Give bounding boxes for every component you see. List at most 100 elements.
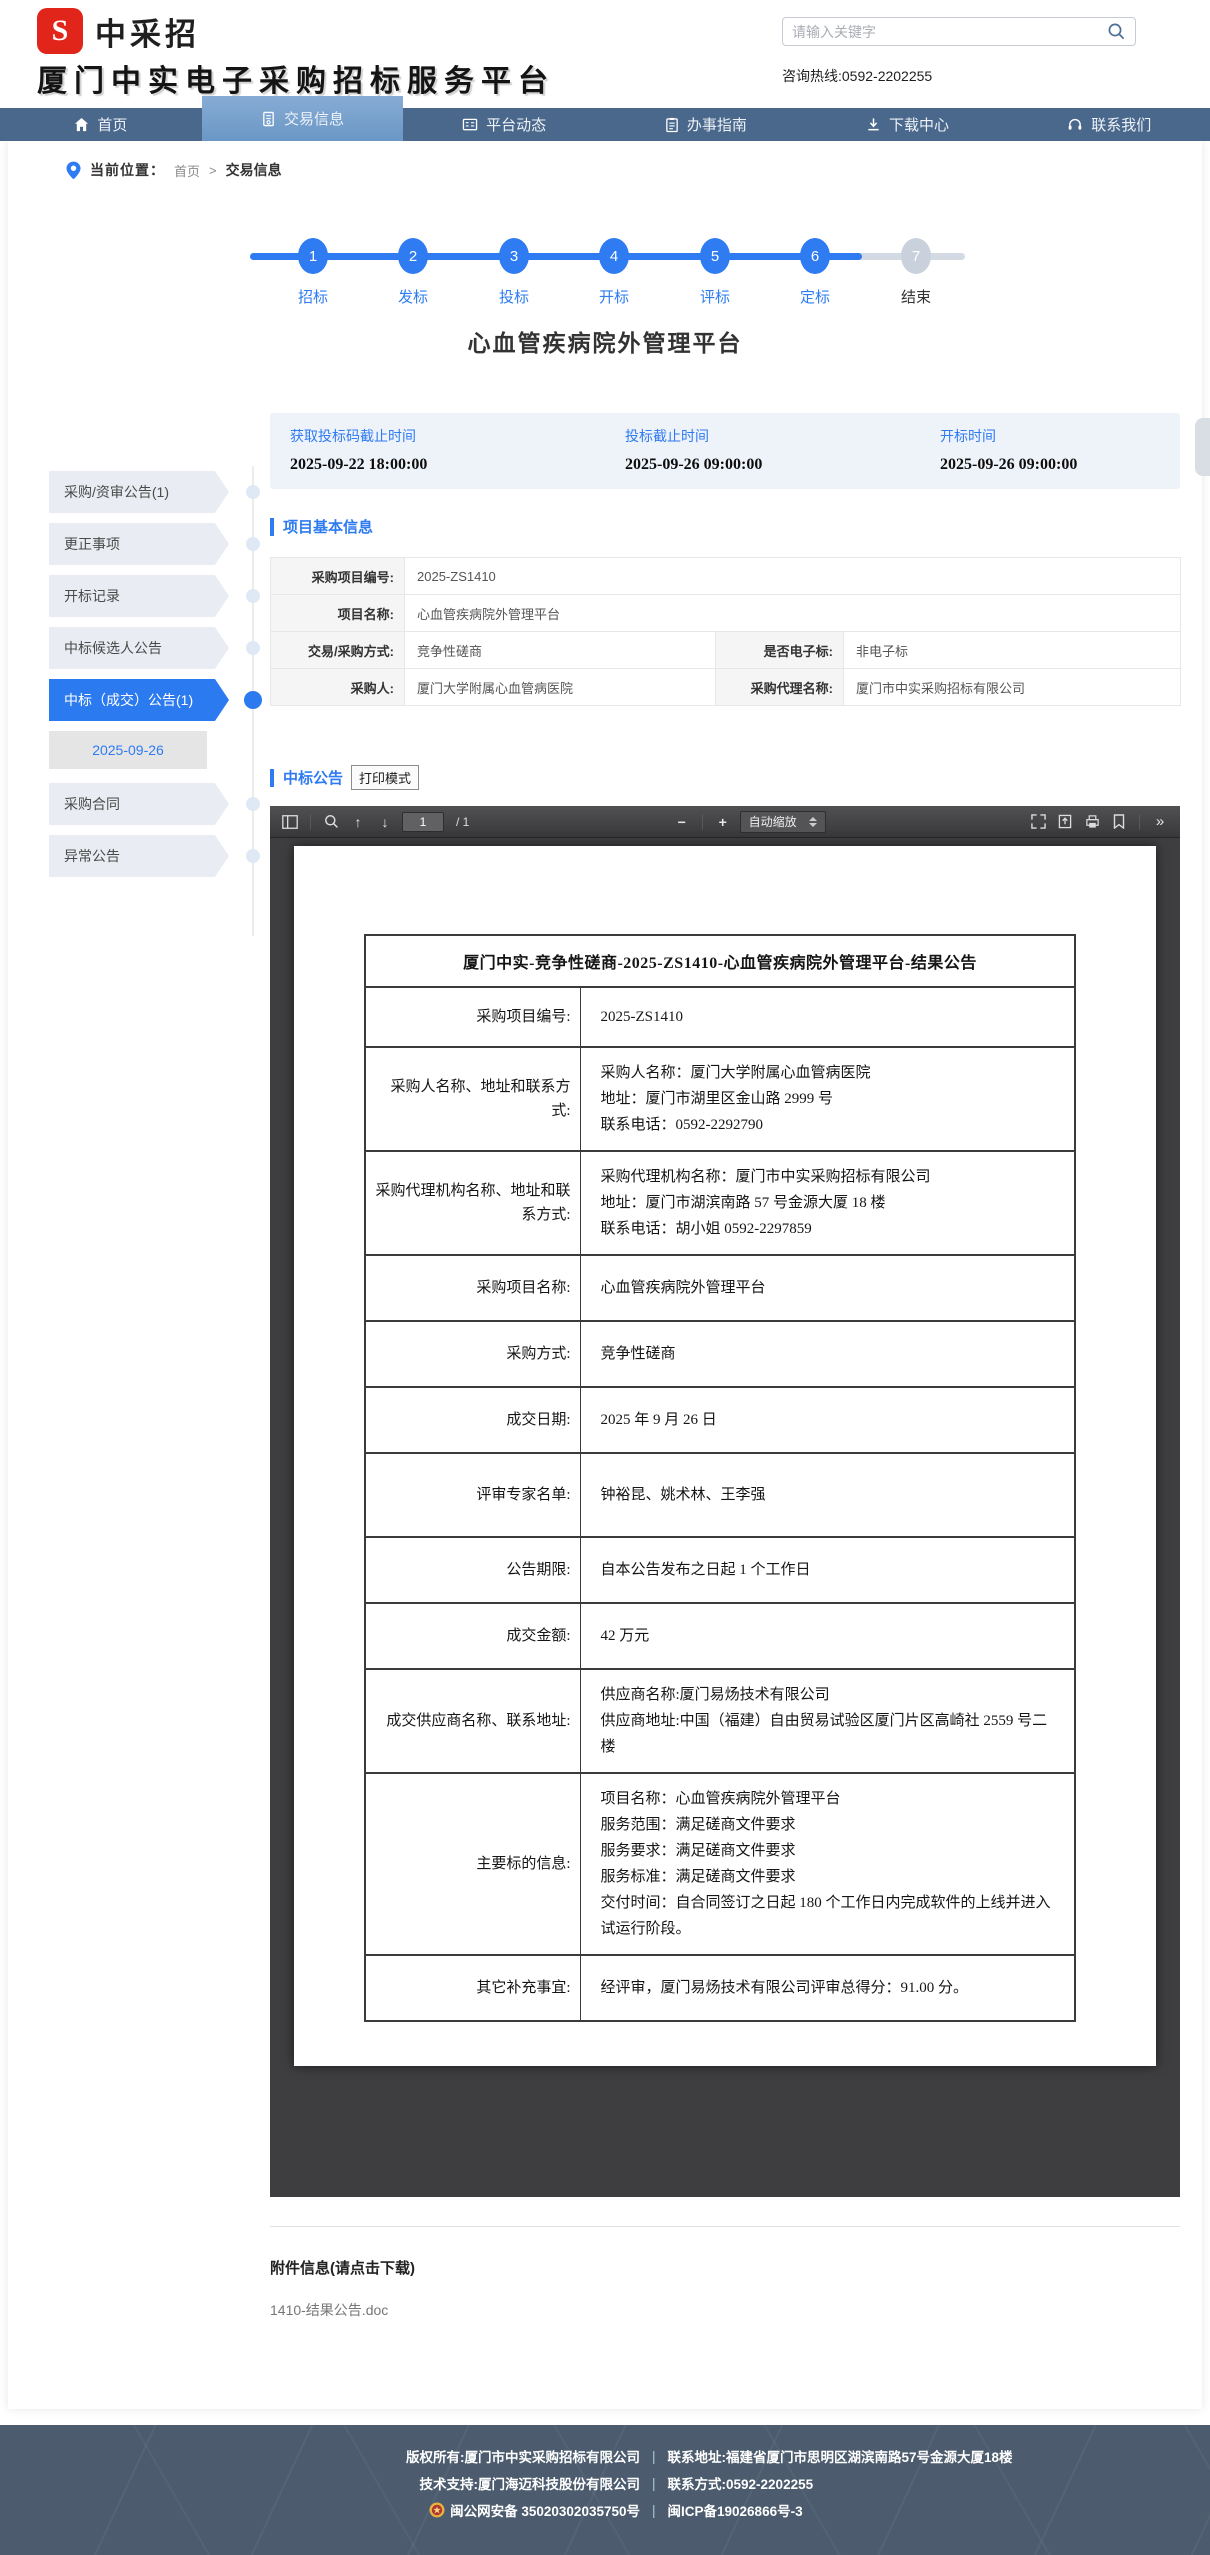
attachment-download-link[interactable]: 1410-结果公告.doc [270, 2300, 388, 2320]
search-input[interactable] [792, 24, 1107, 40]
doc-row-value: 钟裕昆、姚术林、王李强 [580, 1453, 1075, 1537]
sidebar-item-corrections[interactable]: 更正事项 [49, 523, 229, 565]
field-label: 采购项目编号: [271, 558, 405, 595]
key-time-value: 2025-09-26 09:00:00 [625, 456, 920, 474]
doc-table-row: 成交供应商名称、联系地址: 供应商名称:厦门易炀技术有限公司 供应商地址:中国（… [365, 1669, 1075, 1773]
field-label: 采购代理名称: [716, 669, 844, 706]
zoom-in-icon[interactable]: + [713, 811, 733, 833]
zoom-out-icon[interactable]: − [672, 811, 692, 833]
doc-row-label: 采购项目名称: [365, 1255, 580, 1321]
sidebar-item-award-notice[interactable]: 中标（成交）公告(1) [49, 679, 229, 721]
doc-row-label: 评审专家名单: [365, 1453, 580, 1537]
nav-item-download[interactable]: 下载中心 [807, 108, 1009, 141]
sidebar-item-candidates-notice[interactable]: 中标候选人公告 [49, 627, 229, 669]
toolbar-separator [702, 814, 703, 830]
trade-doc-icon [261, 111, 276, 127]
nav-item-label: 联系我们 [1091, 114, 1151, 135]
doc-row-label: 成交日期: [365, 1387, 580, 1453]
bookmark-icon[interactable] [1109, 811, 1129, 833]
find-icon[interactable] [321, 811, 341, 833]
sidebar-item-open-records[interactable]: 开标记录 [49, 575, 229, 617]
sidebar-item-procurement-notice[interactable]: 采购/资审公告(1) [49, 471, 229, 513]
sidebar-item-abnormal-notice[interactable]: 异常公告 [49, 835, 229, 877]
key-time-label: 投标截止时间 [625, 426, 920, 446]
logo-text: 中采招 [95, 9, 200, 54]
page-count: / 1 [456, 815, 469, 829]
select-spinner-icon [809, 817, 817, 827]
search-box[interactable] [782, 17, 1136, 46]
footer-icp-filing[interactable]: 闽ICP备19026866号-3 [668, 2500, 1015, 2520]
doc-row-label: 成交供应商名称、联系地址: [365, 1669, 580, 1773]
key-time-token-deadline: 获取投标码截止时间 2025-09-22 18:00:00 [270, 413, 605, 489]
page-up-icon[interactable]: ↑ [348, 811, 368, 833]
key-time-label: 开标时间 [940, 426, 1180, 446]
print-icon[interactable] [1082, 811, 1102, 833]
presentation-mode-icon[interactable] [1028, 811, 1048, 833]
nav-item-contact[interactable]: 联系我们 [1008, 108, 1210, 141]
key-time-open-time: 开标时间 2025-09-26 09:00:00 [920, 413, 1180, 489]
step-label-open: 开标 [579, 286, 649, 307]
section-accent-bar [270, 518, 274, 536]
doc-row-label: 采购人名称、地址和联系方式: [365, 1047, 580, 1151]
breadcrumb-home-link[interactable]: 首页 [174, 161, 200, 180]
doc-table-row: 公告期限: 自本公告发布之日起 1 个工作日 [365, 1537, 1075, 1603]
footer-security-filing[interactable]: 闽公网安备 35020302035750号 [195, 2500, 640, 2520]
table-row: 项目名称: 心血管疾病院外管理平台 [271, 595, 1181, 632]
doc-table-row: 主要标的信息: 项目名称：心血管疾病院外管理平台 服务范围：满足磋商文件要求 服… [365, 1773, 1075, 1955]
print-mode-button[interactable]: 打印模式 [351, 765, 419, 790]
field-value: 2025-ZS1410 [405, 558, 1181, 595]
sidebar-subitem-date[interactable]: 2025-09-26 [49, 731, 207, 769]
timeline-dot [246, 537, 260, 551]
doc-row-label: 成交金额: [365, 1603, 580, 1669]
logo[interactable]: S 中采招 [37, 8, 200, 54]
page-number-input[interactable] [402, 812, 444, 832]
doc-row-label: 公告期限: [365, 1537, 580, 1603]
footer-security-filing-text: 闽公网安备 35020302035750号 [450, 2500, 640, 2520]
section-accent-bar [270, 769, 274, 787]
floating-side-tab[interactable] [1195, 418, 1210, 476]
process-stepper: 1 2 3 4 5 6 7 招标 发标 投标 开标 评标 定标 结束 [235, 238, 975, 308]
step-label-end: 结束 [881, 286, 951, 307]
breadcrumb: 当前位置： 首页 > 交易信息 [66, 160, 282, 180]
doc-table-row: 采购人名称、地址和联系方式: 采购人名称：厦门大学附属心血管病医院 地址：厦门市… [365, 1047, 1075, 1151]
page-down-icon[interactable]: ↓ [375, 811, 395, 833]
field-label: 是否电子标: [716, 632, 844, 669]
footer-address: 联系地址:福建省厦门市思明区湖滨南路57号金源大厦18楼 [668, 2446, 1015, 2466]
more-tools-icon[interactable]: » [1150, 811, 1170, 833]
field-label: 交易/采购方式: [271, 632, 405, 669]
footer-tech-support: 技术支持:厦门海迈科技股份有限公司 [195, 2473, 640, 2493]
field-value: 厦门大学附属心血管病医院 [405, 669, 716, 706]
open-file-icon[interactable] [1055, 811, 1075, 833]
doc-table-row: 评审专家名单: 钟裕昆、姚术林、王李强 [365, 1453, 1075, 1537]
footer: 版权所有:厦门市中实采购招标有限公司 | 联系地址:福建省厦门市思明区湖滨南路5… [0, 2425, 1210, 2555]
pdf-page: 厦门中实-竞争性磋商-2025-ZS1410-心血管疾病院外管理平台-结果公告 … [294, 846, 1156, 2066]
doc-row-value: 供应商名称:厦门易炀技术有限公司 供应商地址:中国（福建）自由贸易试验区厦门片区… [580, 1669, 1075, 1773]
pdf-toolbar: ↑ ↓ / 1 − + 自动缩放 » [270, 806, 1180, 838]
doc-row-value: 自本公告发布之日起 1 个工作日 [580, 1537, 1075, 1603]
zoom-level-select[interactable]: 自动缩放 [740, 811, 826, 833]
nav-item-guide[interactable]: 办事指南 [605, 108, 807, 141]
nav-item-trade-info[interactable]: 交易信息 [202, 96, 404, 141]
doc-row-value: 采购代理机构名称：厦门市中实采购招标有限公司 地址：厦门市湖滨南路 57 号金源… [580, 1151, 1075, 1255]
timeline-dot [246, 589, 260, 603]
doc-table-row: 采购代理机构名称、地址和联系方式: 采购代理机构名称：厦门市中实采购招标有限公司… [365, 1151, 1075, 1255]
search-icon[interactable] [1107, 22, 1126, 41]
sidebar-item-contract[interactable]: 采购合同 [49, 783, 229, 825]
doc-table-row: 成交日期: 2025 年 9 月 26 日 [365, 1387, 1075, 1453]
step-label-award: 定标 [780, 286, 850, 307]
table-row: 采购人: 厦门大学附属心血管病医院 采购代理名称: 厦门市中实采购招标有限公司 [271, 669, 1181, 706]
step-circle-3: 3 [499, 238, 529, 274]
sidebar-toggle-icon[interactable] [280, 811, 300, 833]
doc-table-row: 成交金额: 42 万元 [365, 1603, 1075, 1669]
step-circle-2: 2 [398, 238, 428, 274]
doc-row-value: 竞争性磋商 [580, 1321, 1075, 1387]
nav-item-platform-news[interactable]: 平台动态 [403, 108, 605, 141]
basic-info-table: 采购项目编号: 2025-ZS1410 项目名称: 心血管疾病院外管理平台 交易… [270, 557, 1181, 706]
nav-item-label: 首页 [97, 114, 127, 135]
zoom-level-value: 自动缩放 [749, 813, 797, 830]
doc-row-label: 采购代理机构名称、地址和联系方式: [365, 1151, 580, 1255]
doc-table-row: 其它补充事宜: 经评审，厦门易炀技术有限公司评审总得分：91.00 分。 [365, 1955, 1075, 2021]
nav-item-home[interactable]: 首页 [0, 108, 202, 141]
section-basic-info-header: 项目基本信息 [270, 516, 373, 537]
hotline: 咨询热线:0592-2202255 [782, 66, 932, 86]
